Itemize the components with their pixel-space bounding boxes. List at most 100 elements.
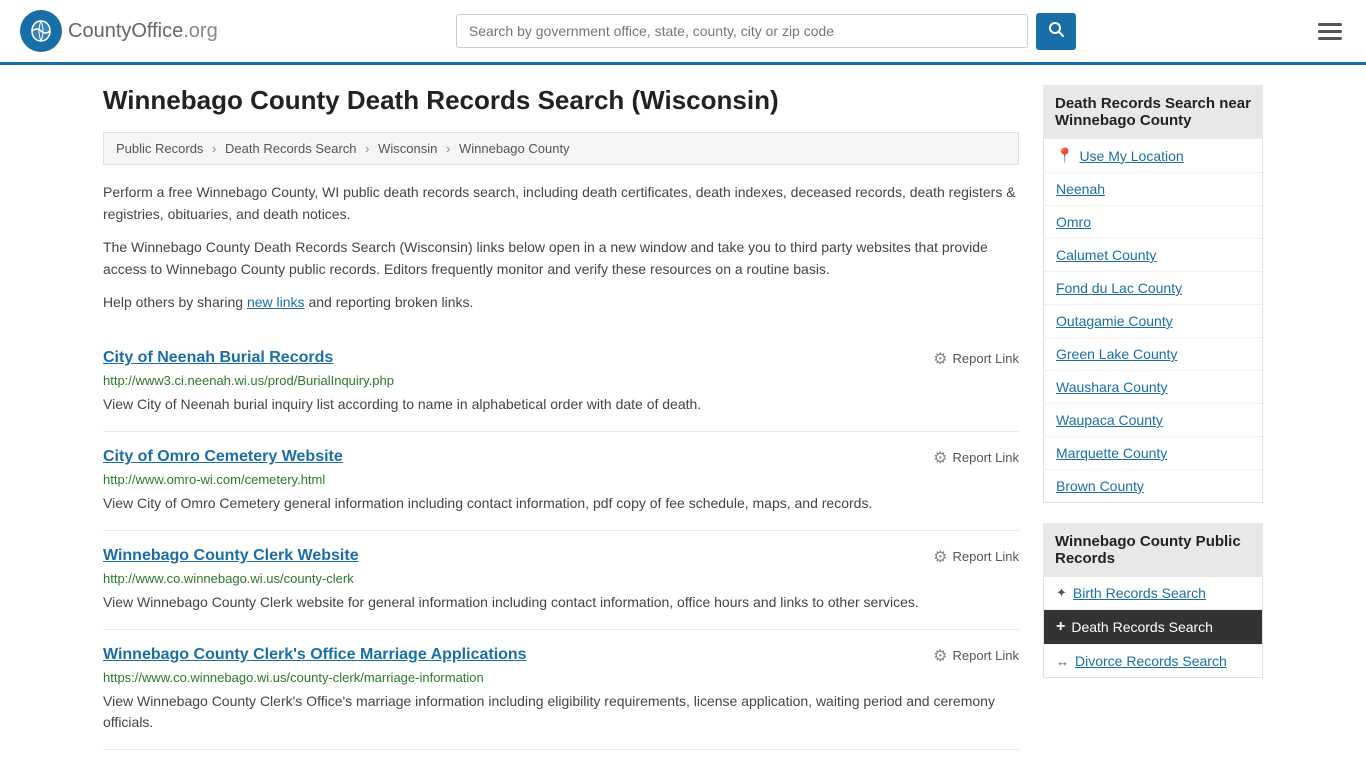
main-container: Winnebago County Death Records Search (W… bbox=[83, 65, 1283, 770]
report-link-btn-3[interactable]: ⚙ Report Link bbox=[933, 646, 1019, 666]
pub-records-item-0[interactable]: ✦ Birth Records Search bbox=[1044, 577, 1262, 610]
nearby-link-8[interactable]: Marquette County bbox=[1044, 437, 1262, 470]
nearby-link-1[interactable]: Omro bbox=[1044, 206, 1262, 239]
use-my-location-link[interactable]: Use My Location bbox=[1079, 148, 1183, 164]
nearby-link-text-2[interactable]: Calumet County bbox=[1056, 247, 1156, 263]
nearby-link-text-4[interactable]: Outagamie County bbox=[1056, 313, 1173, 329]
report-icon-0: ⚙ bbox=[933, 349, 947, 369]
logo-icon bbox=[20, 10, 62, 52]
record-title-0[interactable]: City of Neenah Burial Records bbox=[103, 349, 333, 367]
location-icon: 📍 bbox=[1056, 147, 1073, 164]
public-records-section: Winnebago County Public Records ✦ Birth … bbox=[1043, 523, 1263, 678]
desc-para-2: The Winnebago County Death Records Searc… bbox=[103, 236, 1019, 281]
nearby-header: Death Records Search near Winnebago Coun… bbox=[1043, 85, 1263, 139]
breadcrumb-current: Winnebago County bbox=[459, 141, 570, 156]
menu-line-2 bbox=[1318, 30, 1342, 33]
record-desc-2: View Winnebago County Clerk website for … bbox=[103, 592, 1019, 613]
birth-icon: ✦ bbox=[1056, 585, 1067, 601]
nearby-link-text-7[interactable]: Waupaca County bbox=[1056, 412, 1163, 428]
pub-records-label-2[interactable]: Divorce Records Search bbox=[1075, 653, 1227, 669]
page-title: Winnebago County Death Records Search (W… bbox=[103, 85, 1019, 116]
pub-records-label-1: Death Records Search bbox=[1071, 619, 1213, 635]
nearby-link-0[interactable]: Neenah bbox=[1044, 173, 1262, 206]
nearby-links: Neenah Omro Calumet County Fond du Lac Coun… bbox=[1044, 173, 1262, 502]
main-content: Winnebago County Death Records Search (W… bbox=[103, 85, 1019, 750]
records-icon-2: ↔ bbox=[1056, 654, 1069, 669]
record-card: City of Neenah Burial Records ⚙ Report L… bbox=[103, 333, 1019, 432]
report-icon-1: ⚙ bbox=[933, 448, 947, 468]
breadcrumb-wisconsin[interactable]: Wisconsin bbox=[378, 141, 437, 156]
breadcrumb-death-records-search[interactable]: Death Records Search bbox=[225, 141, 357, 156]
pub-records-label-0[interactable]: Birth Records Search bbox=[1073, 585, 1206, 601]
nearby-link-7[interactable]: Waupaca County bbox=[1044, 404, 1262, 437]
menu-line-1 bbox=[1318, 23, 1342, 26]
report-link-label-2: Report Link bbox=[953, 549, 1019, 564]
nearby-link-text-8[interactable]: Marquette County bbox=[1056, 445, 1167, 461]
logo-text: CountyOffice.org bbox=[68, 20, 218, 43]
new-links-link[interactable]: new links bbox=[247, 294, 305, 310]
record-url-2[interactable]: http://www.co.winnebago.wi.us/county-cle… bbox=[103, 571, 1019, 586]
nearby-link-2[interactable]: Calumet County bbox=[1044, 239, 1262, 272]
nearby-list: 📍 Use My Location Neenah Omro Calumet Coun… bbox=[1043, 139, 1263, 503]
search-button[interactable] bbox=[1036, 13, 1076, 50]
record-card-header: Winnebago County Clerk's Office Marriage… bbox=[103, 646, 1019, 666]
record-card-header: City of Omro Cemetery Website ⚙ Report L… bbox=[103, 448, 1019, 468]
record-title-3[interactable]: Winnebago County Clerk's Office Marriage… bbox=[103, 646, 527, 664]
record-card: Winnebago County Clerk's Office Marriage… bbox=[103, 630, 1019, 750]
report-link-label-3: Report Link bbox=[953, 648, 1019, 663]
public-records-items: ✦ Birth Records Search + Death Records S… bbox=[1044, 577, 1262, 677]
nearby-link-4[interactable]: Outagamie County bbox=[1044, 305, 1262, 338]
record-card: City of Omro Cemetery Website ⚙ Report L… bbox=[103, 432, 1019, 531]
record-desc-1: View City of Omro Cemetery general infor… bbox=[103, 493, 1019, 514]
nearby-section: Death Records Search near Winnebago Coun… bbox=[1043, 85, 1263, 503]
pub-records-item-1[interactable]: + Death Records Search bbox=[1044, 610, 1262, 645]
breadcrumb-sep-1: › bbox=[212, 141, 216, 156]
record-title-2[interactable]: Winnebago County Clerk Website bbox=[103, 547, 359, 565]
report-link-label-1: Report Link bbox=[953, 450, 1019, 465]
record-cards: City of Neenah Burial Records ⚙ Report L… bbox=[103, 333, 1019, 750]
nearby-link-5[interactable]: Green Lake County bbox=[1044, 338, 1262, 371]
nearby-link-text-3[interactable]: Fond du Lac County bbox=[1056, 280, 1182, 296]
nearby-link-3[interactable]: Fond du Lac County bbox=[1044, 272, 1262, 305]
sidebar-location[interactable]: 📍 Use My Location bbox=[1044, 139, 1262, 173]
report-link-btn-2[interactable]: ⚙ Report Link bbox=[933, 547, 1019, 567]
report-link-btn-1[interactable]: ⚙ Report Link bbox=[933, 448, 1019, 468]
report-icon-3: ⚙ bbox=[933, 646, 947, 666]
desc-para-1: Perform a free Winnebago County, WI publ… bbox=[103, 181, 1019, 226]
nearby-link-text-1[interactable]: Omro bbox=[1056, 214, 1091, 230]
nearby-link-text-9[interactable]: Brown County bbox=[1056, 478, 1144, 494]
logo-area[interactable]: CountyOffice.org bbox=[20, 10, 218, 52]
active-plus-icon: + bbox=[1056, 618, 1065, 636]
record-desc-0: View City of Neenah burial inquiry list … bbox=[103, 394, 1019, 415]
report-link-label-0: Report Link bbox=[953, 351, 1019, 366]
record-title-1[interactable]: City of Omro Cemetery Website bbox=[103, 448, 343, 466]
public-records-list: ✦ Birth Records Search + Death Records S… bbox=[1043, 577, 1263, 678]
record-desc-3: View Winnebago County Clerk's Office's m… bbox=[103, 691, 1019, 733]
report-icon-2: ⚙ bbox=[933, 547, 947, 567]
public-records-header: Winnebago County Public Records bbox=[1043, 523, 1263, 577]
record-url-1[interactable]: http://www.omro-wi.com/cemetery.html bbox=[103, 472, 1019, 487]
menu-button[interactable] bbox=[1314, 19, 1346, 44]
record-url-0[interactable]: http://www3.ci.neenah.wi.us/prod/BurialI… bbox=[103, 373, 1019, 388]
desc-para-3: Help others by sharing new links and rep… bbox=[103, 291, 1019, 313]
breadcrumb-public-records[interactable]: Public Records bbox=[116, 141, 203, 156]
search-input[interactable] bbox=[456, 14, 1028, 48]
nearby-link-9[interactable]: Brown County bbox=[1044, 470, 1262, 502]
nearby-link-text-6[interactable]: Waushara County bbox=[1056, 379, 1168, 395]
report-link-btn-0[interactable]: ⚙ Report Link bbox=[933, 349, 1019, 369]
site-header: CountyOffice.org bbox=[0, 0, 1366, 65]
record-card-header: Winnebago County Clerk Website ⚙ Report … bbox=[103, 547, 1019, 567]
record-url-3[interactable]: https://www.co.winnebago.wi.us/county-cl… bbox=[103, 670, 1019, 685]
breadcrumb: Public Records › Death Records Search › … bbox=[103, 132, 1019, 165]
breadcrumb-sep-3: › bbox=[446, 141, 450, 156]
record-card-header: City of Neenah Burial Records ⚙ Report L… bbox=[103, 349, 1019, 369]
pub-records-item-2[interactable]: ↔ Divorce Records Search bbox=[1044, 645, 1262, 677]
search-area bbox=[456, 13, 1076, 50]
nearby-link-6[interactable]: Waushara County bbox=[1044, 371, 1262, 404]
sidebar: Death Records Search near Winnebago Coun… bbox=[1043, 85, 1263, 750]
record-card: Winnebago County Clerk Website ⚙ Report … bbox=[103, 531, 1019, 630]
breadcrumb-sep-2: › bbox=[365, 141, 369, 156]
description-section: Perform a free Winnebago County, WI publ… bbox=[103, 181, 1019, 313]
nearby-link-text-5[interactable]: Green Lake County bbox=[1056, 346, 1177, 362]
nearby-link-text-0[interactable]: Neenah bbox=[1056, 181, 1105, 197]
